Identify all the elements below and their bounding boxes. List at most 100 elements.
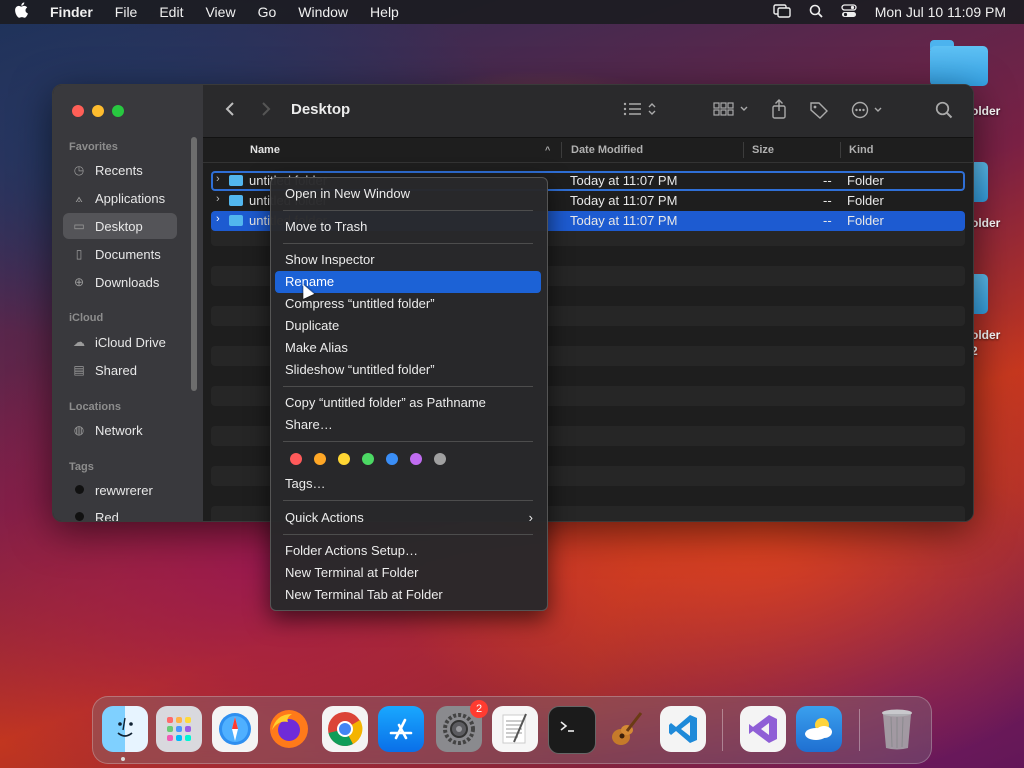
sidebar-item-recents[interactable]: ◷ Recents [63,157,177,183]
more-actions-icon[interactable] [851,101,887,124]
app-store-icon[interactable] [378,706,424,752]
trash-icon[interactable] [874,706,920,752]
menu-view[interactable]: View [205,4,235,20]
sidebar-item-label: Red [95,509,119,522]
tag-gray-dot[interactable] [434,453,446,465]
group-grid-icon[interactable] [713,101,751,122]
zoom-window-button[interactable] [112,105,124,117]
disclosure-chevron-icon[interactable]: › [216,173,220,185]
tag-yellow-dot[interactable] [338,453,350,465]
sidebar-header-tags: Tags [69,461,94,473]
sidebar: Favorites ◷ Recents ⟑ Applications ▭ Des… [53,85,203,521]
screen-mirroring-icon[interactable] [773,3,791,21]
sidebar-item-shared[interactable]: ▤ Shared [63,357,177,383]
sidebar-item-label: iCloud Drive [95,334,166,350]
list-view-icon[interactable] [623,101,659,122]
spotlight-search-icon[interactable] [809,4,823,21]
tag-icon[interactable] [809,101,829,124]
disclosure-chevron-icon[interactable]: › [216,193,220,205]
search-icon[interactable] [935,101,953,124]
tag-purple-dot[interactable] [410,453,422,465]
sidebar-item-label: Recents [95,162,143,178]
guitar-icon[interactable] [604,706,650,752]
terminal-icon[interactable] [548,706,596,754]
disclosure-chevron-icon[interactable]: › [216,213,220,225]
tag-blue-dot[interactable] [386,453,398,465]
forward-chevron-icon[interactable] [261,101,271,122]
sidebar-item-desktop[interactable]: ▭ Desktop [63,213,177,239]
menu-item-new-terminal[interactable]: New Terminal at Folder [275,562,541,584]
finder-icon[interactable] [102,706,148,752]
menu-item-move-to-trash[interactable]: Move to Trash [275,216,541,238]
menu-item-quick-actions[interactable]: Quick Actions › [275,507,541,529]
sidebar-item-label: Desktop [95,218,143,234]
menu-item-show-inspector[interactable]: Show Inspector [275,249,541,271]
sidebar-item-documents[interactable]: ▯ Documents [63,241,177,267]
chrome-icon[interactable] [322,706,368,752]
menu-item-new-terminal-tab[interactable]: New Terminal Tab at Folder [275,584,541,606]
menu-window[interactable]: Window [298,4,348,20]
menu-item-rename[interactable]: Rename [275,271,541,293]
tag-orange-dot[interactable] [314,453,326,465]
safari-icon[interactable] [212,706,258,752]
close-window-button[interactable] [72,105,84,117]
running-indicator [121,757,125,761]
menu-go[interactable]: Go [258,4,277,20]
weather-icon[interactable] [796,706,842,752]
apple-logo-icon[interactable] [14,2,32,22]
menu-file[interactable]: File [115,4,138,20]
menu-help[interactable]: Help [370,4,399,20]
sidebar-item-downloads[interactable]: ⊕ Downloads [63,269,177,295]
desktop-folder-label[interactable]: older [971,104,1000,118]
desktop-folder-label[interactable]: older [971,216,1000,230]
menu-item-copy-pathname[interactable]: Copy “untitled folder” as Pathname [275,392,541,414]
tag-red-dot[interactable] [290,453,302,465]
control-center-icon[interactable] [841,3,857,21]
sort-ascending-chevron-icon[interactable]: ^ [545,145,550,155]
menu-item-label: New Terminal Tab at Folder [285,587,443,602]
desktop-folder-label[interactable]: older [971,328,1000,342]
menu-clock[interactable]: Mon Jul 10 11:09 PM [875,4,1006,20]
tag-green-dot[interactable] [362,453,374,465]
column-header-kind[interactable]: Kind [849,144,873,156]
row-date: Today at 11:07 PM [570,213,678,228]
vscode-icon[interactable] [660,706,706,752]
menu-item-label: New Terminal at Folder [285,565,419,580]
menu-edit[interactable]: Edit [159,4,183,20]
menu-item-slideshow[interactable]: Slideshow “untitled folder” [275,359,541,381]
sidebar-scrollbar[interactable] [191,137,197,391]
menu-item-tags[interactable]: Tags… [275,473,541,495]
menu-app-name[interactable]: Finder [50,4,93,20]
menu-item-open-new-window[interactable]: Open in New Window [275,183,541,205]
row-date: Today at 11:07 PM [570,173,678,188]
minimize-window-button[interactable] [92,105,104,117]
firefox-icon[interactable] [266,706,312,752]
back-chevron-icon[interactable] [225,101,235,122]
sidebar-item-network[interactable]: ◍ Network [63,417,177,443]
globe-icon: ◍ [73,423,85,437]
menu-item-make-alias[interactable]: Make Alias [275,337,541,359]
sidebar-item-tag[interactable]: Red [63,504,177,522]
sidebar-item-applications[interactable]: ⟑ Applications [63,185,177,211]
column-header-name[interactable]: Name [250,144,280,156]
menu-item-folder-actions-setup[interactable]: Folder Actions Setup… [275,540,541,562]
visual-studio-icon[interactable] [740,706,786,752]
launchpad-icon[interactable] [156,706,202,752]
share-icon[interactable] [771,99,787,124]
sidebar-item-tag[interactable]: rewwrerer [63,477,177,503]
menu-item-duplicate[interactable]: Duplicate [275,315,541,337]
column-header-date[interactable]: Date Modified [571,144,643,156]
menu-item-compress[interactable]: Compress “untitled folder” [275,293,541,315]
column-header-size[interactable]: Size [752,144,774,156]
clock-icon: ◷ [73,163,85,177]
applications-icon: ⟑ [75,190,83,205]
textedit-icon[interactable] [492,706,538,752]
document-icon: ▯ [75,247,83,261]
menu-item-label: Quick Actions [285,510,364,525]
row-kind: Folder [847,213,884,228]
folder-icon [229,175,243,186]
settings-gear-icon[interactable]: 2 [436,700,488,752]
sidebar-item-icloud-drive[interactable]: ☁ iCloud Drive [63,329,177,355]
desktop-folder-icon[interactable] [930,40,990,86]
menu-item-share[interactable]: Share… [275,414,541,436]
